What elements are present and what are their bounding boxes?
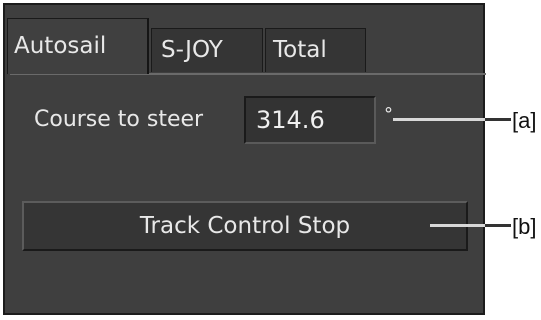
course-to-steer-field[interactable]: 314.6 [244, 96, 376, 144]
tab-autosail[interactable]: Autosail [7, 18, 149, 74]
track-control-stop-button[interactable]: Track Control Stop [22, 201, 468, 251]
callout-b-label: [b] [512, 214, 537, 239]
callout-b-leader-line [430, 224, 511, 227]
course-to-steer-label: Course to steer [34, 107, 204, 132]
tab-autosail-label: Autosail [14, 33, 107, 59]
tab-total[interactable]: Total [265, 28, 366, 72]
tab-total-label: Total [273, 37, 327, 63]
tab-s-joy-label: S-JOY [161, 37, 223, 63]
degree-unit: ° [384, 104, 393, 125]
tab-s-joy[interactable]: S-JOY [151, 28, 263, 72]
callout-a-leader-line [393, 118, 511, 121]
callout-a-label: [a] [512, 108, 537, 133]
track-control-stop-label: Track Control Stop [139, 212, 351, 239]
course-to-steer-value: 314.6 [256, 106, 325, 134]
